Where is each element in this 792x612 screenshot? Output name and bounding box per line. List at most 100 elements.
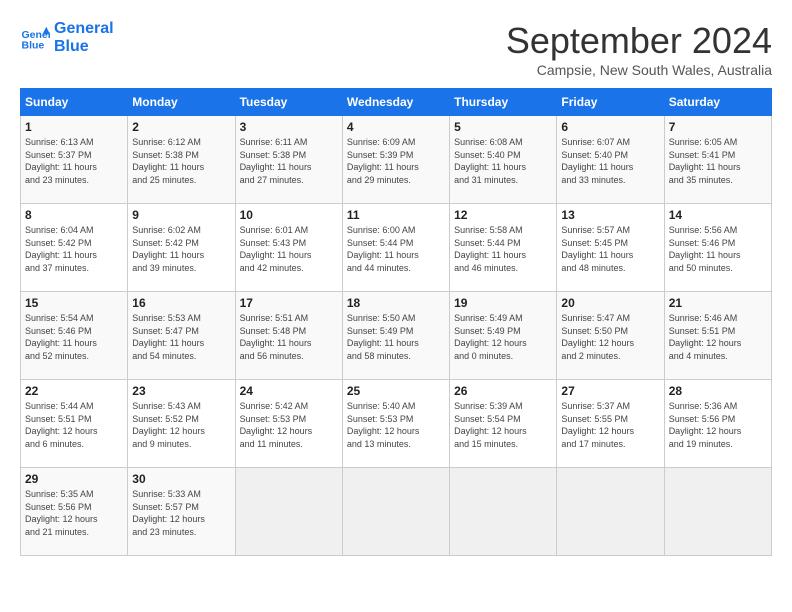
calendar-cell bbox=[557, 468, 664, 556]
day-number: 10 bbox=[240, 208, 338, 222]
logo-icon: General Blue bbox=[20, 23, 50, 53]
calendar-week-3: 15 Sunrise: 5:54 AM Sunset: 5:46 PM Dayli… bbox=[21, 292, 772, 380]
day-number: 22 bbox=[25, 384, 123, 398]
day-info: Sunrise: 6:01 AM Sunset: 5:43 PM Dayligh… bbox=[240, 224, 338, 274]
day-header-wednesday: Wednesday bbox=[342, 89, 449, 116]
day-info: Sunrise: 5:51 AM Sunset: 5:48 PM Dayligh… bbox=[240, 312, 338, 362]
day-info: Sunrise: 5:53 AM Sunset: 5:47 PM Dayligh… bbox=[132, 312, 230, 362]
calendar-cell bbox=[664, 468, 771, 556]
calendar-cell: 18 Sunrise: 5:50 AM Sunset: 5:49 PM Dayli… bbox=[342, 292, 449, 380]
calendar-cell: 5Sunrise: 6:08 AM Sunset: 5:40 PM Daylig… bbox=[450, 116, 557, 204]
day-header-thursday: Thursday bbox=[450, 89, 557, 116]
calendar-week-5: 29Sunrise: 5:35 AM Sunset: 5:56 PM Dayli… bbox=[21, 468, 772, 556]
day-number: 11 bbox=[347, 208, 445, 222]
day-header-tuesday: Tuesday bbox=[235, 89, 342, 116]
day-info: Sunrise: 5:33 AM Sunset: 5:57 PM Dayligh… bbox=[132, 488, 230, 538]
day-info: Sunrise: 6:09 AM Sunset: 5:39 PM Dayligh… bbox=[347, 136, 445, 186]
calendar-cell: 13 Sunrise: 5:57 AM Sunset: 5:45 PM Dayli… bbox=[557, 204, 664, 292]
month-title: September 2024 bbox=[506, 20, 772, 62]
calendar-cell: 4 Sunrise: 6:09 AM Sunset: 5:39 PM Daylig… bbox=[342, 116, 449, 204]
day-header-friday: Friday bbox=[557, 89, 664, 116]
day-info: Sunrise: 5:49 AM Sunset: 5:49 PM Dayligh… bbox=[454, 312, 552, 362]
day-info: Sunrise: 5:50 AM Sunset: 5:49 PM Dayligh… bbox=[347, 312, 445, 362]
calendar-cell: 2Sunrise: 6:12 AM Sunset: 5:38 PM Daylig… bbox=[128, 116, 235, 204]
calendar-header-row: SundayMondayTuesdayWednesdayThursdayFrid… bbox=[21, 89, 772, 116]
day-info: Sunrise: 6:00 AM Sunset: 5:44 PM Dayligh… bbox=[347, 224, 445, 274]
calendar-cell: 15 Sunrise: 5:54 AM Sunset: 5:46 PM Dayli… bbox=[21, 292, 128, 380]
svg-text:Blue: Blue bbox=[22, 40, 45, 52]
day-number: 2 bbox=[132, 120, 230, 134]
calendar-cell bbox=[235, 468, 342, 556]
day-number: 3 bbox=[240, 120, 338, 134]
calendar-cell: 22 Sunrise: 5:44 AM Sunset: 5:51 PM Dayli… bbox=[21, 380, 128, 468]
day-info: Sunrise: 6:08 AM Sunset: 5:40 PM Dayligh… bbox=[454, 136, 552, 186]
day-info: Sunrise: 5:36 AM Sunset: 5:56 PM Dayligh… bbox=[669, 400, 767, 450]
day-info: Sunrise: 5:46 AM Sunset: 5:51 PM Dayligh… bbox=[669, 312, 767, 362]
day-number: 6 bbox=[561, 120, 659, 134]
calendar-cell: 7Sunrise: 6:05 AM Sunset: 5:41 PM Daylig… bbox=[664, 116, 771, 204]
day-number: 24 bbox=[240, 384, 338, 398]
calendar-cell: 12 Sunrise: 5:58 AM Sunset: 5:44 PM Dayli… bbox=[450, 204, 557, 292]
day-number: 19 bbox=[454, 296, 552, 310]
calendar-week-1: 1Sunrise: 6:13 AM Sunset: 5:37 PM Daylig… bbox=[21, 116, 772, 204]
day-info: Sunrise: 6:05 AM Sunset: 5:41 PM Dayligh… bbox=[669, 136, 767, 186]
day-info: Sunrise: 5:58 AM Sunset: 5:44 PM Dayligh… bbox=[454, 224, 552, 274]
day-info: Sunrise: 6:04 AM Sunset: 5:42 PM Dayligh… bbox=[25, 224, 123, 274]
calendar-cell: 24 Sunrise: 5:42 AM Sunset: 5:53 PM Dayli… bbox=[235, 380, 342, 468]
day-number: 16 bbox=[132, 296, 230, 310]
calendar-cell bbox=[342, 468, 449, 556]
page-header: General Blue General Blue September 2024… bbox=[20, 20, 772, 78]
calendar-cell: 21 Sunrise: 5:46 AM Sunset: 5:51 PM Dayli… bbox=[664, 292, 771, 380]
day-info: Sunrise: 5:54 AM Sunset: 5:46 PM Dayligh… bbox=[25, 312, 123, 362]
title-area: September 2024 Campsie, New South Wales,… bbox=[506, 20, 772, 78]
day-info: Sunrise: 5:40 AM Sunset: 5:53 PM Dayligh… bbox=[347, 400, 445, 450]
day-number: 28 bbox=[669, 384, 767, 398]
calendar-cell: 1Sunrise: 6:13 AM Sunset: 5:37 PM Daylig… bbox=[21, 116, 128, 204]
day-info: Sunrise: 5:37 AM Sunset: 5:55 PM Dayligh… bbox=[561, 400, 659, 450]
day-number: 25 bbox=[347, 384, 445, 398]
day-info: Sunrise: 5:39 AM Sunset: 5:54 PM Dayligh… bbox=[454, 400, 552, 450]
day-number: 12 bbox=[454, 208, 552, 222]
calendar-cell: 8 Sunrise: 6:04 AM Sunset: 5:42 PM Daylig… bbox=[21, 204, 128, 292]
day-info: Sunrise: 5:42 AM Sunset: 5:53 PM Dayligh… bbox=[240, 400, 338, 450]
calendar-cell: 14 Sunrise: 5:56 AM Sunset: 5:46 PM Dayli… bbox=[664, 204, 771, 292]
day-info: Sunrise: 5:44 AM Sunset: 5:51 PM Dayligh… bbox=[25, 400, 123, 450]
calendar-cell: 11 Sunrise: 6:00 AM Sunset: 5:44 PM Dayli… bbox=[342, 204, 449, 292]
day-number: 4 bbox=[347, 120, 445, 134]
calendar-cell: 28 Sunrise: 5:36 AM Sunset: 5:56 PM Dayli… bbox=[664, 380, 771, 468]
day-number: 15 bbox=[25, 296, 123, 310]
day-info: Sunrise: 5:57 AM Sunset: 5:45 PM Dayligh… bbox=[561, 224, 659, 274]
logo-text-line2: Blue bbox=[54, 38, 114, 56]
calendar-cell: 29Sunrise: 5:35 AM Sunset: 5:56 PM Dayli… bbox=[21, 468, 128, 556]
logo-text-line1: General bbox=[54, 20, 114, 38]
day-number: 1 bbox=[25, 120, 123, 134]
day-number: 18 bbox=[347, 296, 445, 310]
day-number: 17 bbox=[240, 296, 338, 310]
calendar-cell: 16 Sunrise: 5:53 AM Sunset: 5:47 PM Dayli… bbox=[128, 292, 235, 380]
calendar-cell: 23 Sunrise: 5:43 AM Sunset: 5:52 PM Dayli… bbox=[128, 380, 235, 468]
calendar-cell: 30Sunrise: 5:33 AM Sunset: 5:57 PM Dayli… bbox=[128, 468, 235, 556]
calendar-cell: 20Sunrise: 5:47 AM Sunset: 5:50 PM Dayli… bbox=[557, 292, 664, 380]
calendar-cell: 10 Sunrise: 6:01 AM Sunset: 5:43 PM Dayli… bbox=[235, 204, 342, 292]
calendar-week-4: 22 Sunrise: 5:44 AM Sunset: 5:51 PM Dayli… bbox=[21, 380, 772, 468]
day-header-sunday: Sunday bbox=[21, 89, 128, 116]
calendar-cell: 17 Sunrise: 5:51 AM Sunset: 5:48 PM Dayli… bbox=[235, 292, 342, 380]
day-number: 21 bbox=[669, 296, 767, 310]
calendar-cell: 6Sunrise: 6:07 AM Sunset: 5:40 PM Daylig… bbox=[557, 116, 664, 204]
day-number: 29 bbox=[25, 472, 123, 486]
calendar-cell: 19 Sunrise: 5:49 AM Sunset: 5:49 PM Dayli… bbox=[450, 292, 557, 380]
calendar-week-2: 8 Sunrise: 6:04 AM Sunset: 5:42 PM Daylig… bbox=[21, 204, 772, 292]
day-number: 14 bbox=[669, 208, 767, 222]
day-info: Sunrise: 5:56 AM Sunset: 5:46 PM Dayligh… bbox=[669, 224, 767, 274]
calendar-table: SundayMondayTuesdayWednesdayThursdayFrid… bbox=[20, 88, 772, 556]
day-info: Sunrise: 5:43 AM Sunset: 5:52 PM Dayligh… bbox=[132, 400, 230, 450]
logo: General Blue General Blue bbox=[20, 20, 114, 56]
calendar-cell: 9Sunrise: 6:02 AM Sunset: 5:42 PM Daylig… bbox=[128, 204, 235, 292]
day-number: 23 bbox=[132, 384, 230, 398]
day-number: 13 bbox=[561, 208, 659, 222]
day-info: Sunrise: 6:11 AM Sunset: 5:38 PM Dayligh… bbox=[240, 136, 338, 186]
calendar-cell bbox=[450, 468, 557, 556]
day-number: 26 bbox=[454, 384, 552, 398]
day-header-saturday: Saturday bbox=[664, 89, 771, 116]
day-number: 8 bbox=[25, 208, 123, 222]
